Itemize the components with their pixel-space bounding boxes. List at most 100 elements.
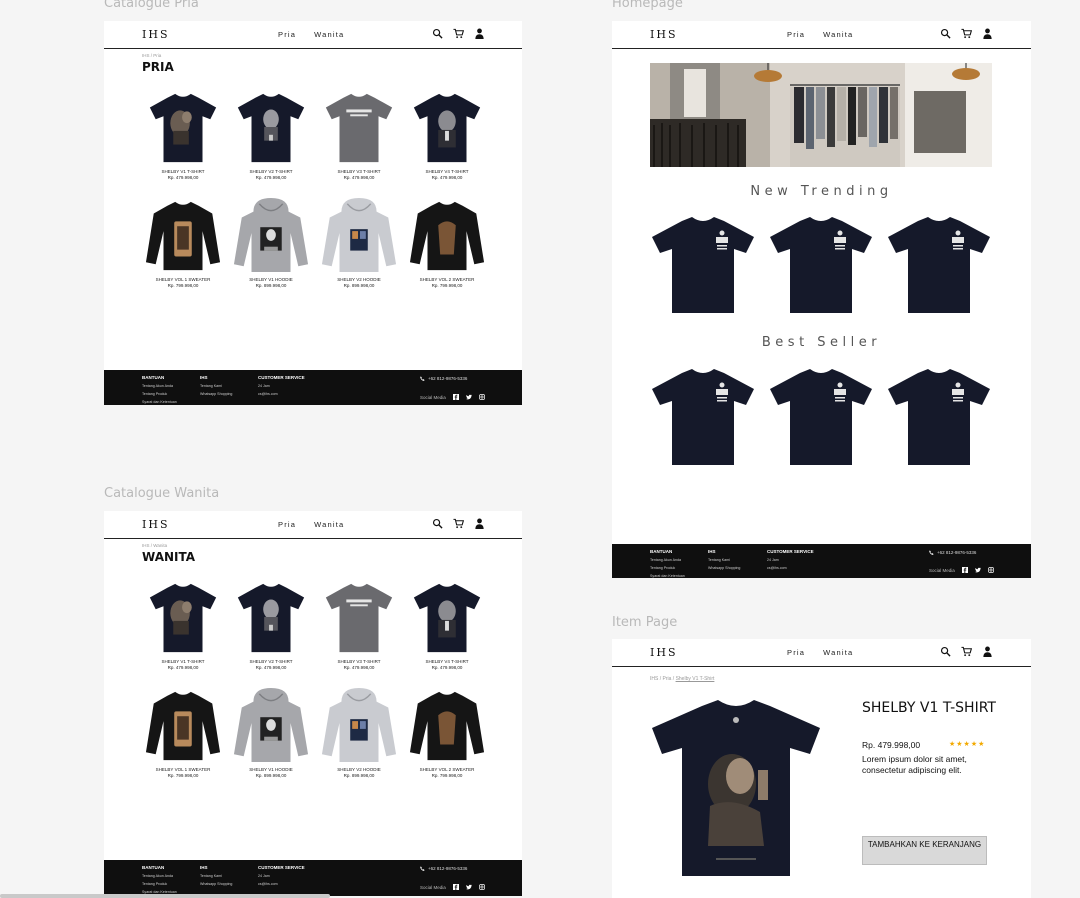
nav-link-pria[interactable]: Pria	[787, 648, 805, 657]
breadcrumb[interactable]: IHS / Wanita	[142, 543, 167, 548]
user-icon[interactable]	[474, 28, 485, 39]
footer-link[interactable]: Whatsapp Shopping	[200, 882, 232, 886]
brand-logo[interactable]: IHS	[650, 28, 677, 41]
search-icon[interactable]	[940, 28, 951, 39]
product-name[interactable]: SHELBY V3 T-SHIRT	[319, 169, 399, 174]
facebook-icon[interactable]	[452, 884, 459, 890]
cart-icon[interactable]	[453, 28, 464, 39]
product-name[interactable]: SHELBY V1 T-SHIRT	[143, 169, 223, 174]
breadcrumb[interactable]: IHS / Pria	[142, 53, 161, 58]
product-image[interactable]	[319, 88, 399, 166]
product-card[interactable]: SHELBY V1 T-SHIRT Rp. 479.998,00	[143, 88, 223, 180]
product-main-image[interactable]	[650, 696, 822, 878]
product-card[interactable]: SHELBY VOL 1 SWEATER Rp. 799.998,00	[143, 686, 223, 778]
cart-icon[interactable]	[961, 28, 972, 39]
nav-link-wanita[interactable]: Wanita	[823, 30, 853, 39]
product-card[interactable]: SHELBY VOL 2 SWEATER Rp. 799.998,00	[407, 196, 487, 288]
best-seller-product-image[interactable]	[886, 367, 992, 467]
product-name[interactable]: SHELBY V4 T-SHIRT	[407, 169, 487, 174]
facebook-icon[interactable]	[452, 394, 459, 400]
best-seller-product-image[interactable]	[650, 367, 756, 467]
product-image[interactable]	[319, 686, 399, 764]
user-icon[interactable]	[982, 646, 993, 657]
search-icon[interactable]	[432, 28, 443, 39]
product-card[interactable]: SHELBY VOL 1 SWEATER Rp. 799.998,00	[143, 196, 223, 288]
product-card[interactable]: SHELBY V2 HOODIE Rp. 899.998,00	[319, 196, 399, 288]
trending-product-image[interactable]	[768, 215, 874, 315]
product-image[interactable]	[143, 88, 223, 166]
phone-number[interactable]: +62 812-9876-5336	[937, 550, 976, 555]
best-seller-product-image[interactable]	[768, 367, 874, 467]
product-image[interactable]	[143, 578, 223, 656]
search-icon[interactable]	[432, 518, 443, 529]
add-to-cart-button[interactable]: TAMBAHKAN KE KERANJANG	[862, 836, 987, 865]
product-name[interactable]: SHELBY VOL 1 SWEATER	[143, 277, 223, 282]
footer-link[interactable]: Tentang Produk	[142, 392, 177, 396]
footer-link[interactable]: Tentang Akun Anda	[650, 558, 685, 562]
nav-link-pria[interactable]: Pria	[278, 520, 296, 529]
brand-logo[interactable]: IHS	[142, 28, 169, 41]
nav-link-wanita[interactable]: Wanita	[314, 520, 344, 529]
product-name[interactable]: SHELBY V1 T-SHIRT	[143, 659, 223, 664]
footer-link[interactable]: Tentang Akun Anda	[142, 874, 177, 878]
instagram-icon[interactable]	[478, 394, 485, 400]
cart-icon[interactable]	[961, 646, 972, 657]
footer-link[interactable]: Tentang Kami	[200, 384, 232, 388]
product-image[interactable]	[231, 578, 311, 656]
product-image[interactable]	[407, 686, 487, 764]
nav-link-wanita[interactable]: Wanita	[314, 30, 344, 39]
trending-product-image[interactable]	[650, 215, 756, 315]
product-image[interactable]	[407, 196, 487, 274]
footer-link[interactable]: Tentang Kami	[708, 558, 740, 562]
footer-link[interactable]: Syarat dan Ketentuan	[650, 574, 685, 578]
phone-number[interactable]: +62 812-9876-5336	[428, 376, 467, 381]
product-image[interactable]	[319, 196, 399, 274]
product-name[interactable]: SHELBY VOL 2 SWEATER	[407, 277, 487, 282]
product-image[interactable]	[407, 88, 487, 166]
product-image[interactable]	[231, 686, 311, 764]
product-name[interactable]: SHELBY V3 T-SHIRT	[319, 659, 399, 664]
product-card[interactable]: SHELBY V2 T-SHIRT Rp. 479.998,00	[231, 578, 311, 670]
trending-product-image[interactable]	[886, 215, 992, 315]
product-card[interactable]: SHELBY V3 T-SHIRT Rp. 479.998,00	[319, 88, 399, 180]
product-image[interactable]	[143, 196, 223, 274]
brand-logo[interactable]: IHS	[650, 646, 677, 659]
product-name[interactable]: SHELBY V2 HOODIE	[319, 277, 399, 282]
phone-number[interactable]: +62 812-9876-5336	[428, 866, 467, 871]
product-card[interactable]: SHELBY V1 HOODIE Rp. 899.998,00	[231, 686, 311, 778]
product-name[interactable]: SHELBY V1 HOODIE	[231, 277, 311, 282]
twitter-icon[interactable]	[974, 567, 981, 573]
twitter-icon[interactable]	[465, 884, 472, 890]
footer-link[interactable]: cs@ihs.com	[258, 882, 305, 886]
footer-link[interactable]: cs@ihs.com	[258, 392, 305, 396]
product-name[interactable]: SHELBY V4 T-SHIRT	[407, 659, 487, 664]
product-image[interactable]	[231, 196, 311, 274]
product-name[interactable]: SHELBY V2 T-SHIRT	[231, 659, 311, 664]
instagram-icon[interactable]	[987, 567, 994, 573]
product-name[interactable]: SHELBY VOL 1 SWEATER	[143, 767, 223, 772]
user-icon[interactable]	[982, 28, 993, 39]
product-card[interactable]: SHELBY V2 HOODIE Rp. 899.998,00	[319, 686, 399, 778]
product-card[interactable]: SHELBY V2 T-SHIRT Rp. 479.998,00	[231, 88, 311, 180]
product-image[interactable]	[231, 88, 311, 166]
nav-link-wanita[interactable]: Wanita	[823, 648, 853, 657]
footer-link[interactable]: Tentang Produk	[142, 882, 177, 886]
product-card[interactable]: SHELBY V1 T-SHIRT Rp. 479.998,00	[143, 578, 223, 670]
footer-link[interactable]: Tentang Kami	[200, 874, 232, 878]
product-name[interactable]: SHELBY V2 T-SHIRT	[231, 169, 311, 174]
cart-icon[interactable]	[453, 518, 464, 529]
nav-link-pria[interactable]: Pria	[278, 30, 296, 39]
footer-link[interactable]: Tentang Akun Anda	[142, 384, 177, 388]
twitter-icon[interactable]	[465, 394, 472, 400]
hero-banner-image[interactable]	[650, 63, 992, 167]
facebook-icon[interactable]	[961, 567, 968, 573]
product-image[interactable]	[143, 686, 223, 764]
user-icon[interactable]	[474, 518, 485, 529]
product-name[interactable]: SHELBY V1 HOODIE	[231, 767, 311, 772]
search-icon[interactable]	[940, 646, 951, 657]
product-card[interactable]: SHELBY V1 HOODIE Rp. 899.998,00	[231, 196, 311, 288]
product-name[interactable]: SHELBY V2 HOODIE	[319, 767, 399, 772]
footer-link[interactable]: Whatsapp Shopping	[200, 392, 232, 396]
product-image[interactable]	[407, 578, 487, 656]
footer-link[interactable]: Syarat dan Ketentuan	[142, 400, 177, 404]
